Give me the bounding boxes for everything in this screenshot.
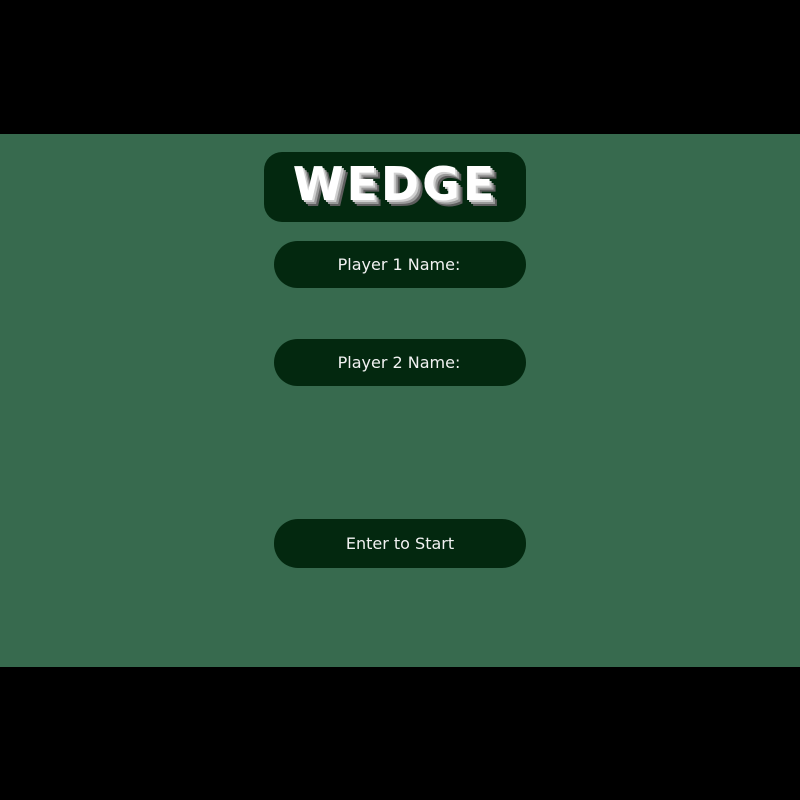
start-button[interactable]: Enter to Start (274, 519, 526, 568)
title-banner: WEDGE (264, 152, 526, 222)
letterbox-bottom (0, 667, 800, 800)
player2-name-field[interactable]: Player 2 Name: (274, 339, 526, 386)
game-area: WEDGE Player 1 Name: Player 2 Name: Ente… (0, 134, 800, 667)
player1-name-label: Player 1 Name: (337, 255, 461, 274)
game-screen: WEDGE Player 1 Name: Player 2 Name: Ente… (0, 0, 800, 800)
player2-name-label: Player 2 Name: (337, 353, 461, 372)
game-title: WEDGE (292, 157, 498, 211)
start-button-label: Enter to Start (345, 534, 455, 553)
letterbox-top (0, 0, 800, 134)
player1-name-field[interactable]: Player 1 Name: (274, 241, 526, 288)
